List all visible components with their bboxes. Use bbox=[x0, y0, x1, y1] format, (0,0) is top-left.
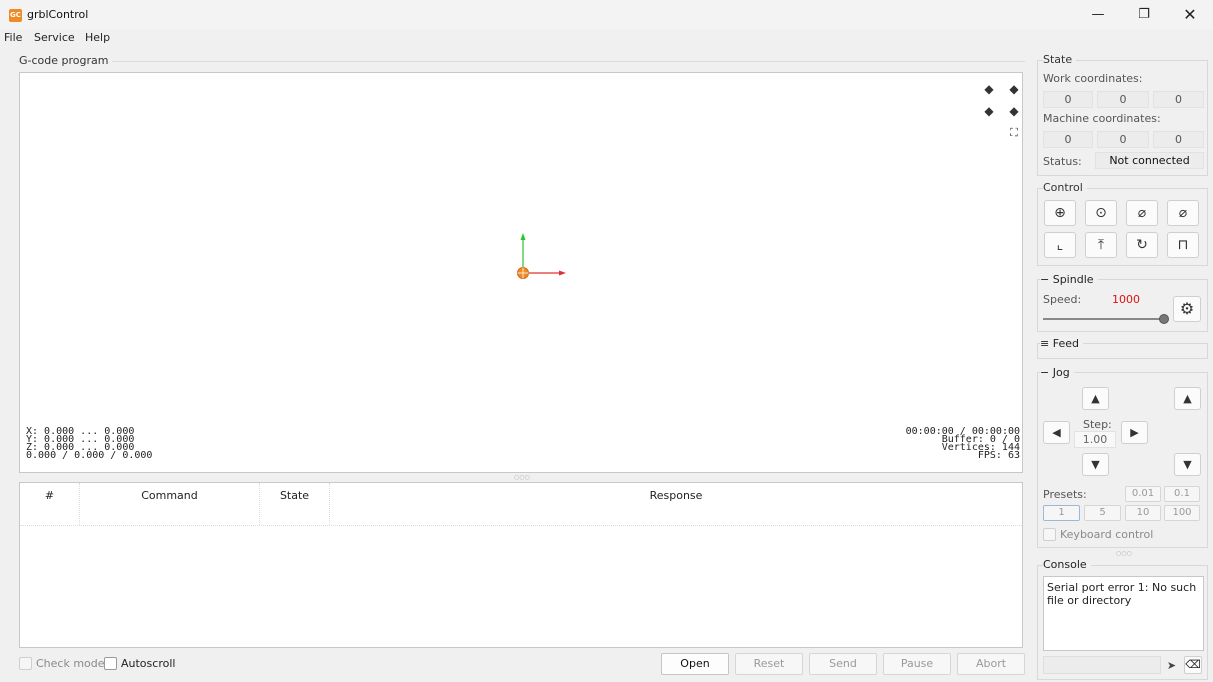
preset-1-button[interactable]: 1 bbox=[1043, 505, 1080, 521]
preset-0.01-button[interactable]: 0.01 bbox=[1125, 486, 1161, 502]
work-x-field: 0 bbox=[1043, 91, 1093, 108]
speed-label: Speed: bbox=[1043, 293, 1082, 306]
spindle-toggle-icon[interactable]: ⚙ bbox=[1173, 296, 1201, 322]
speed-slider-track[interactable] bbox=[1043, 318, 1163, 320]
presets-label: Presets: bbox=[1043, 488, 1087, 501]
console-command-input[interactable] bbox=[1043, 656, 1161, 674]
zero-z-icon[interactable]: ⌀ bbox=[1167, 200, 1199, 226]
console-output[interactable]: Serial port error 1: No such file or dir… bbox=[1043, 576, 1204, 651]
machine-y-field: 0 bbox=[1097, 131, 1149, 148]
x-axis-arrow bbox=[559, 270, 566, 276]
column-header-response[interactable]: Response bbox=[330, 483, 1022, 525]
jog-group-title[interactable]: − Jog bbox=[1040, 366, 1074, 379]
preset-5-button[interactable]: 5 bbox=[1084, 505, 1121, 521]
jog-title-label: Jog bbox=[1052, 366, 1070, 379]
clear-console-icon[interactable]: ⌫ bbox=[1184, 656, 1202, 674]
y-axis-arrow bbox=[520, 233, 526, 240]
speed-slider-handle[interactable] bbox=[1159, 314, 1169, 324]
axes-origin bbox=[517, 233, 566, 279]
jog-x-minus-icon[interactable]: ◀ bbox=[1043, 421, 1070, 444]
window-title: grblControl bbox=[27, 8, 89, 21]
column-header-command[interactable]: Command bbox=[80, 483, 260, 525]
preset-10-button[interactable]: 10 bbox=[1125, 505, 1161, 521]
feed-title-label: Feed bbox=[1052, 337, 1079, 350]
stats-readout: 00:00:00 / 00:00:00 Buffer: 0 / 0 Vertic… bbox=[905, 426, 1020, 461]
splitter-handle[interactable]: ○○○ bbox=[514, 474, 530, 481]
view-left-icon[interactable]: ◆ bbox=[1007, 104, 1021, 118]
speed-value: 1000 bbox=[1112, 293, 1140, 306]
step-input[interactable]: 1.00 bbox=[1074, 431, 1116, 448]
feed-collapse-icon: ≡ bbox=[1040, 337, 1050, 350]
command-table[interactable]: # Command State Response bbox=[19, 482, 1023, 648]
unlock-icon[interactable]: ⊓ bbox=[1167, 232, 1199, 258]
step-label: Step: bbox=[1083, 418, 1112, 431]
control-group-title: Control bbox=[1043, 181, 1087, 194]
status-value: Not connected bbox=[1095, 152, 1204, 169]
send-command-icon[interactable]: ➤ bbox=[1163, 657, 1180, 674]
machine-coordinates-label: Machine coordinates: bbox=[1043, 112, 1161, 125]
table-header-divider bbox=[20, 525, 1022, 526]
column-header-state[interactable]: State bbox=[260, 483, 330, 525]
maximize-button[interactable]: ❐ bbox=[1121, 0, 1167, 30]
send-button[interactable]: Send bbox=[809, 653, 877, 675]
menu-file[interactable]: File bbox=[4, 31, 22, 44]
spindle-title-label: Spindle bbox=[1052, 273, 1094, 286]
menu-service[interactable]: Service bbox=[34, 31, 75, 44]
jog-y-plus-icon[interactable]: ▲ bbox=[1082, 387, 1109, 410]
restore-origin-icon[interactable]: ⌞ bbox=[1044, 232, 1076, 258]
app-icon: GC bbox=[9, 9, 22, 22]
fit-view-icon[interactable]: ⛶ bbox=[1007, 126, 1021, 140]
console-group-title: Console bbox=[1043, 558, 1091, 571]
preset-0.1-button[interactable]: 0.1 bbox=[1164, 486, 1200, 502]
group-line bbox=[17, 61, 1025, 62]
menu-bar: File Service Help bbox=[0, 30, 1213, 46]
zero-xy-icon[interactable]: ⌀ bbox=[1126, 200, 1158, 226]
status-label: Status: bbox=[1043, 155, 1082, 168]
work-y-field: 0 bbox=[1097, 91, 1149, 108]
work-z-field: 0 bbox=[1153, 91, 1204, 108]
state-group-title: State bbox=[1043, 53, 1077, 66]
reset-icon[interactable]: ↻ bbox=[1126, 232, 1158, 258]
feed-group-title[interactable]: ≡ Feed bbox=[1040, 337, 1083, 350]
preset-100-button[interactable]: 100 bbox=[1164, 505, 1200, 521]
coordinates-readout: X: 0.000 ... 0.000 Y: 0.000 ... 0.000 Z:… bbox=[26, 426, 153, 461]
keyboard-control-label: Keyboard control bbox=[1060, 528, 1154, 541]
title-bar: GC grblControl — ❐ ✕ bbox=[0, 0, 1213, 30]
jog-y-minus-icon[interactable]: ▼ bbox=[1082, 453, 1109, 476]
jog-x-plus-icon[interactable]: ▶ bbox=[1121, 421, 1148, 444]
view-front-icon[interactable]: ◆ bbox=[982, 104, 996, 118]
machine-x-field: 0 bbox=[1043, 131, 1093, 148]
abort-button[interactable]: Abort bbox=[957, 653, 1025, 675]
check-mode-label: Check mode bbox=[36, 657, 105, 670]
safe-position-icon[interactable]: ⤒ bbox=[1085, 232, 1117, 258]
work-coordinates-label: Work coordinates: bbox=[1043, 72, 1143, 85]
panel-splitter-handle[interactable]: ○○○ bbox=[1116, 550, 1132, 557]
column-header-number[interactable]: # bbox=[20, 483, 80, 525]
program-group-title: G-code program bbox=[19, 54, 113, 67]
autoscroll-checkbox[interactable] bbox=[104, 657, 117, 670]
home-icon[interactable]: ⊕ bbox=[1044, 200, 1076, 226]
zero-probe-icon[interactable]: ⊙ bbox=[1085, 200, 1117, 226]
spindle-collapse-icon: − bbox=[1040, 273, 1050, 286]
machine-z-field: 0 bbox=[1153, 131, 1204, 148]
reset-button[interactable]: Reset bbox=[735, 653, 803, 675]
jog-z-plus-icon[interactable]: ▲ bbox=[1174, 387, 1201, 410]
jog-z-minus-icon[interactable]: ▼ bbox=[1174, 453, 1201, 476]
view-top-icon[interactable]: ◆ bbox=[1007, 82, 1021, 96]
pause-button[interactable]: Pause bbox=[883, 653, 951, 675]
minimize-button[interactable]: — bbox=[1075, 0, 1121, 30]
open-button[interactable]: Open bbox=[661, 653, 729, 675]
view-isometric-icon[interactable]: ◆ bbox=[982, 82, 996, 96]
check-mode-checkbox[interactable] bbox=[19, 657, 32, 670]
keyboard-control-checkbox[interactable] bbox=[1043, 528, 1056, 541]
spindle-group-title[interactable]: − Spindle bbox=[1040, 273, 1098, 286]
autoscroll-label: Autoscroll bbox=[121, 657, 176, 670]
menu-help[interactable]: Help bbox=[85, 31, 110, 44]
jog-collapse-icon: − bbox=[1040, 366, 1050, 379]
close-button[interactable]: ✕ bbox=[1167, 0, 1213, 30]
gcode-3d-view[interactable]: ◆ ◆ ◆ ◆ ⛶ X: 0.000 ... 0.000 Y: 0.000 ..… bbox=[19, 72, 1023, 473]
